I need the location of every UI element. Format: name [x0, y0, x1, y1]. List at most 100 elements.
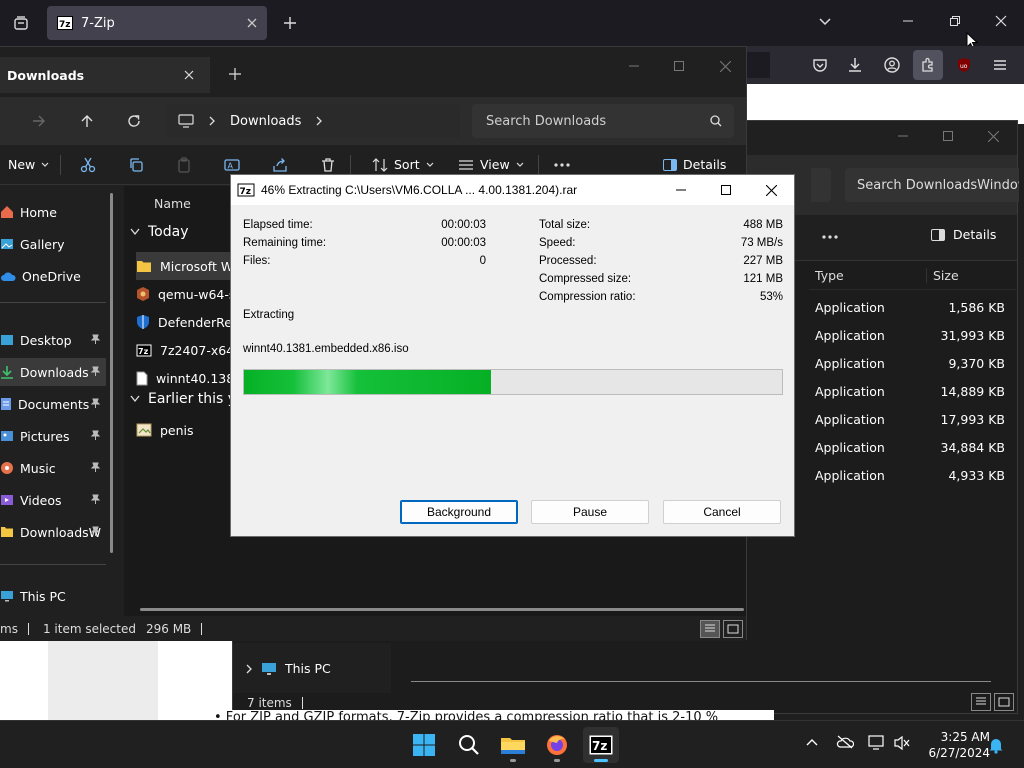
taskbar-search-button[interactable] — [451, 727, 487, 763]
search-input[interactable]: Search Downloads — [472, 104, 734, 138]
chevron-up-icon[interactable] — [806, 738, 818, 746]
nav-item-home[interactable]: Home — [0, 198, 106, 226]
taskbar-firefox[interactable] — [539, 727, 575, 763]
list-item[interactable]: Microsoft Wi — [136, 252, 234, 280]
dialog-title-bar[interactable]: 7z 46% Extracting C:\Users\VM6.COLLA ...… — [231, 175, 794, 205]
column-header-name[interactable]: Name — [154, 196, 191, 211]
maximize-icon[interactable] — [703, 175, 748, 205]
delete-icon[interactable] — [320, 157, 336, 173]
forward-icon[interactable] — [24, 106, 54, 136]
table-row[interactable]: Application 34,884 KB — [809, 433, 1009, 461]
close-window-icon[interactable] — [978, 121, 1008, 151]
nav-item-downloadsw[interactable]: DownloadsW — [0, 518, 106, 546]
account-icon[interactable] — [877, 50, 907, 80]
maximize-icon[interactable] — [664, 51, 694, 81]
chevron-down-icon[interactable] — [810, 6, 840, 36]
group-header-today[interactable]: Today — [130, 224, 189, 240]
close-tab-icon[interactable] — [247, 18, 257, 28]
cut-icon[interactable] — [80, 157, 96, 173]
breadcrumb[interactable]: Downloads — [230, 114, 301, 129]
tiles-view-icon[interactable] — [994, 693, 1014, 711]
nav-item-pictures[interactable]: Pictures — [0, 422, 106, 450]
ublock-icon[interactable]: uo — [949, 50, 979, 80]
nav-item-this pc[interactable]: This PC — [0, 582, 106, 610]
nav-item-desktop[interactable]: Desktop — [0, 326, 106, 354]
share-icon[interactable] — [272, 157, 288, 173]
start-button[interactable] — [406, 727, 442, 763]
maximize-icon[interactable] — [933, 121, 963, 151]
list-item[interactable]: penis — [136, 416, 234, 444]
browser-tab[interactable]: 7z 7-Zip — [47, 6, 267, 40]
download-icon[interactable] — [840, 50, 870, 80]
7zip-extract-dialog[interactable]: 7z 46% Extracting C:\Users\VM6.COLLA ...… — [230, 174, 795, 537]
details-view-icon[interactable] — [971, 693, 991, 711]
menu-icon[interactable] — [985, 50, 1015, 80]
network-icon[interactable] — [868, 735, 886, 751]
new-button[interactable]: New — [8, 157, 49, 172]
nav-item-downloads[interactable]: Downloads — [0, 358, 106, 386]
column-header-type[interactable]: Type — [809, 268, 927, 283]
table-row[interactable]: Application 1,586 KB — [809, 293, 1009, 321]
rename-icon[interactable]: A — [224, 157, 240, 173]
pause-button[interactable]: Pause — [531, 500, 649, 524]
list-item[interactable]: DefenderRem — [136, 308, 234, 336]
more-options-icon[interactable] — [553, 162, 571, 168]
view-button[interactable]: View — [458, 157, 524, 172]
background-button[interactable]: Background — [400, 500, 518, 524]
folder-icon — [0, 526, 14, 538]
address-bar[interactable]: Downloads — [166, 104, 460, 138]
nav-item-music[interactable]: Music — [0, 454, 106, 482]
sort-button[interactable]: Sort — [372, 157, 434, 172]
new-tab-icon[interactable] — [220, 59, 250, 89]
column-header-size[interactable]: Size — [927, 268, 1007, 283]
nav-scrollbar[interactable] — [110, 193, 113, 553]
refresh-icon[interactable] — [119, 106, 149, 136]
cancel-button[interactable]: Cancel — [663, 500, 781, 524]
minimize-icon[interactable] — [658, 175, 703, 205]
chevron-right-icon[interactable] — [315, 116, 323, 126]
copy-icon[interactable] — [128, 157, 144, 173]
nav-item-onedrive[interactable]: OneDrive — [0, 262, 106, 290]
details-view-icon[interactable] — [700, 620, 720, 638]
extensions-icon[interactable] — [913, 50, 943, 80]
table-row[interactable]: Application 4,933 KB — [809, 461, 1009, 489]
taskbar-7zip[interactable]: 7z — [583, 727, 619, 763]
list-item[interactable]: 7z 7z2407-x64 — [136, 336, 234, 364]
horizontal-scrollbar[interactable] — [140, 608, 744, 611]
nav-item-this-pc[interactable]: This PC — [245, 661, 331, 676]
table-row[interactable]: Application 31,993 KB — [809, 321, 1009, 349]
details-button[interactable]: Details — [663, 157, 726, 172]
close-tab-icon[interactable] — [184, 70, 194, 80]
up-icon[interactable] — [72, 106, 102, 136]
search-input[interactable]: Search DownloadsWindows — [845, 168, 1019, 202]
close-window-icon[interactable] — [710, 51, 740, 81]
taskbar-file-explorer[interactable] — [495, 727, 531, 763]
table-row[interactable]: Application 9,370 KB — [809, 349, 1009, 377]
close-window-icon[interactable] — [749, 175, 794, 205]
nav-item-videos[interactable]: Videos — [0, 486, 106, 514]
group-header-earlier[interactable]: Earlier this ye — [130, 391, 245, 407]
more-options-icon[interactable] — [821, 229, 839, 243]
close-window-icon[interactable] — [986, 6, 1016, 36]
paste-icon[interactable] — [176, 156, 192, 173]
tiles-view-icon[interactable] — [723, 620, 743, 638]
taskbar: 7z 3:25 AM 6/27/2024 — [0, 720, 1024, 768]
tab-list-icon[interactable] — [6, 8, 36, 38]
notification-bell-icon[interactable] — [988, 736, 1004, 754]
minimize-icon[interactable] — [893, 6, 923, 36]
nav-item-gallery[interactable]: Gallery — [0, 230, 106, 258]
pocket-icon[interactable] — [805, 50, 835, 80]
details-button[interactable]: Details — [931, 227, 996, 242]
table-row[interactable]: Application 14,889 KB — [809, 377, 1009, 405]
volume-muted-icon[interactable] — [893, 735, 911, 751]
minimize-icon[interactable] — [619, 51, 649, 81]
list-item[interactable]: winnt40.1381 — [136, 364, 234, 392]
nav-item-documents[interactable]: Documents — [0, 390, 106, 418]
minimize-icon[interactable] — [888, 121, 918, 151]
new-tab-icon[interactable] — [275, 8, 305, 38]
onedrive-offline-icon[interactable] — [836, 735, 854, 749]
explorer-tab-downloads[interactable]: Downloads — [0, 57, 210, 93]
list-item[interactable]: qemu-w64-s — [136, 280, 234, 308]
table-row[interactable]: Application 17,993 KB — [809, 405, 1009, 433]
taskbar-clock[interactable]: 3:25 AM 6/27/2024 — [918, 729, 990, 761]
